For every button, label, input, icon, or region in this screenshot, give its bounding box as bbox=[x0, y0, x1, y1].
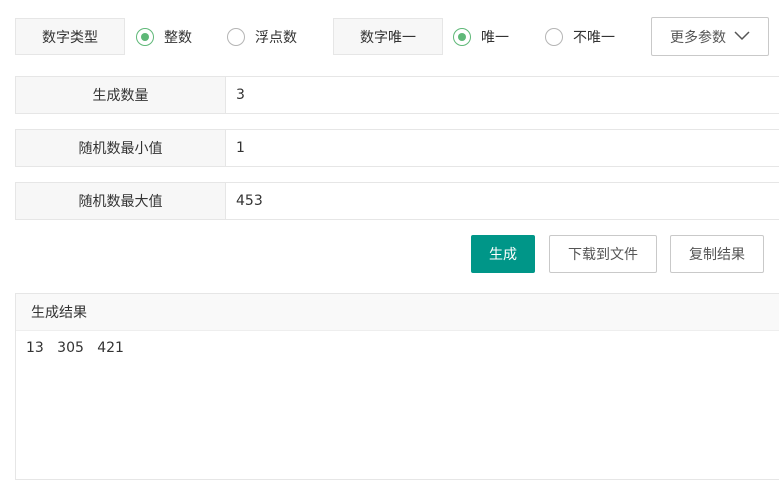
chevron-down-icon bbox=[734, 29, 750, 45]
max-label: 随机数最大值 bbox=[16, 183, 226, 219]
result-title: 生成结果 bbox=[16, 294, 779, 331]
generate-button[interactable]: 生成 bbox=[471, 235, 535, 273]
min-label: 随机数最小值 bbox=[16, 130, 226, 166]
more-params-label: 更多参数 bbox=[670, 29, 726, 46]
options-row: 数字类型 整数 浮点数 数字唯一 唯一 不唯一 更多参数 bbox=[15, 17, 779, 57]
radio-unchecked-icon bbox=[545, 28, 563, 46]
copy-result-button[interactable]: 复制结果 bbox=[670, 235, 764, 273]
radio-unique[interactable]: 唯一 bbox=[453, 27, 509, 47]
radio-unique-label: 唯一 bbox=[481, 30, 509, 46]
radio-integer-label: 整数 bbox=[164, 30, 192, 46]
count-label: 生成数量 bbox=[16, 77, 226, 113]
radio-float[interactable]: 浮点数 bbox=[227, 27, 297, 47]
result-content[interactable]: 13 305 421 bbox=[16, 331, 779, 365]
unique-label: 数字唯一 bbox=[333, 18, 443, 55]
max-field-row: 随机数最大值 453 bbox=[15, 182, 779, 220]
radio-float-label: 浮点数 bbox=[255, 30, 297, 46]
radio-checked-icon bbox=[136, 28, 154, 46]
min-input[interactable]: 1 bbox=[226, 130, 779, 166]
result-card: 生成结果 13 305 421 bbox=[15, 293, 779, 480]
min-field-row: 随机数最小值 1 bbox=[15, 129, 779, 167]
count-field-row: 生成数量 3 bbox=[15, 76, 779, 114]
more-params-button[interactable]: 更多参数 bbox=[651, 17, 769, 56]
download-button[interactable]: 下载到文件 bbox=[549, 235, 657, 273]
radio-integer[interactable]: 整数 bbox=[136, 27, 192, 47]
max-input[interactable]: 453 bbox=[226, 183, 779, 219]
radio-unchecked-icon bbox=[227, 28, 245, 46]
radio-not-unique-label: 不唯一 bbox=[573, 30, 615, 46]
radio-checked-icon bbox=[453, 28, 471, 46]
number-type-label: 数字类型 bbox=[15, 18, 125, 55]
count-input[interactable]: 3 bbox=[226, 77, 779, 113]
random-number-generator: 数字类型 整数 浮点数 数字唯一 唯一 不唯一 更多参数 生成数量 3 随机数最… bbox=[0, 0, 779, 495]
radio-not-unique[interactable]: 不唯一 bbox=[545, 27, 615, 47]
